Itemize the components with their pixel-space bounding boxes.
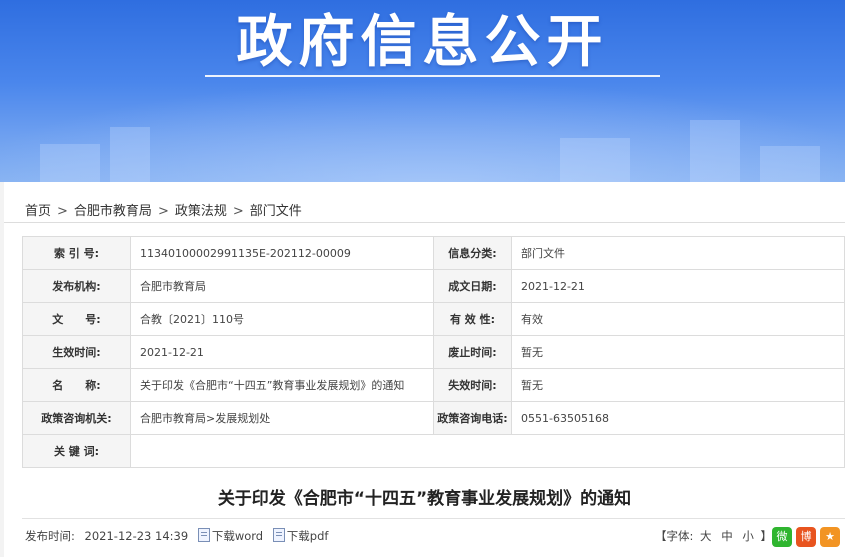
metadata-row: 文 号: 合教〔2021〕110号 有 效 性: 有效 — [22, 302, 845, 336]
index-number-label: 索 引 号: — [22, 236, 131, 270]
document-number-value: 合教〔2021〕110号 — [130, 302, 434, 336]
breadcrumb-education-bureau[interactable]: 合肥市教育局 — [74, 204, 152, 219]
metadata-row: 索 引 号: 11340100002991135E-202112-00009 信… — [22, 236, 845, 270]
written-date-label: 成文日期: — [433, 269, 512, 303]
document-title: 关于印发《合肥市“十四五”教育事业发展规划》的通知 — [217, 489, 632, 509]
breadcrumb-home[interactable]: 首页 — [25, 204, 51, 219]
weibo-share-icon[interactable]: 博 — [796, 527, 816, 547]
consulting-phone-value: 0551-63505168 — [511, 401, 845, 435]
title-divider — [22, 518, 845, 519]
font-size-switcher: 【字体: 大 中 小 】 — [655, 528, 772, 544]
effective-date-value: 2021-12-21 — [130, 335, 434, 369]
keywords-label: 关 键 词: — [22, 434, 131, 468]
breadcrumb-department-files[interactable]: 部门文件 — [250, 204, 302, 219]
banner-skyline — [760, 146, 820, 182]
validity-value: 有效 — [511, 302, 845, 336]
effective-date-label: 生效时间: — [22, 335, 131, 369]
font-size-small[interactable]: 小 — [742, 529, 754, 543]
banner-skyline — [40, 144, 100, 182]
consulting-agency-label: 政策咨询机关: — [22, 401, 131, 435]
consulting-phone-label: 政策咨询电话: — [433, 401, 512, 435]
publish-time-label: 发布时间: — [25, 529, 75, 543]
download-pdf-label: 下载pdf — [286, 529, 329, 543]
breadcrumb-policy[interactable]: 政策法规 — [175, 204, 227, 219]
banner-skyline — [110, 127, 150, 182]
metadata-row: 发布机构: 合肥市教育局 成文日期: 2021-12-21 — [22, 269, 845, 303]
metadata-row: 政策咨询机关: 合肥市教育局>发展规划处 政策咨询电话: 0551-635051… — [22, 401, 845, 435]
pdf-file-icon — [272, 528, 285, 542]
favorite-star-icon[interactable]: ★ — [820, 527, 840, 547]
font-size-close: 】 — [760, 529, 773, 543]
banner-underline — [205, 75, 660, 77]
repeal-date-label: 废止时间: — [433, 335, 512, 369]
font-size-medium[interactable]: 中 — [721, 529, 733, 543]
breadcrumb: 首页 > 合肥市教育局 > 政策法规 > 部门文件 — [25, 200, 302, 219]
repeal-date-value: 暂无 — [511, 335, 845, 369]
content-panel: 首页 > 合肥市教育局 > 政策法规 > 部门文件 索 引 号: 1134010000299… — [4, 182, 845, 557]
index-number-value: 11340100002991135E-202112-00009 — [130, 236, 434, 270]
download-word-label: 下载word — [211, 529, 264, 543]
document-info-bar: 发布时间: 2021-12-23 14:39 下载word 下载pdf — [25, 528, 328, 544]
validity-label: 有 效 性: — [433, 302, 512, 336]
metadata-row: 关 键 词: — [22, 434, 845, 468]
info-category-label: 信息分类: — [433, 236, 512, 270]
breadcrumb-separator: > — [157, 204, 169, 219]
breadcrumb-separator: > — [57, 204, 68, 219]
breadcrumb-divider — [4, 222, 845, 223]
wechat-share-icon[interactable]: 微 — [772, 527, 792, 547]
download-word-link[interactable]: 下载word — [197, 528, 264, 543]
document-number-label: 文 号: — [22, 302, 131, 336]
banner-skyline — [690, 120, 740, 182]
written-date-value: 2021-12-21 — [511, 269, 845, 303]
document-name-value: 关于印发《合肥市“十四五”教育事业发展规划》的通知 — [130, 368, 434, 402]
download-pdf-link[interactable]: 下载pdf — [272, 528, 329, 543]
info-category-value: 部门文件 — [511, 236, 845, 270]
expiry-date-label: 失效时间: — [433, 368, 512, 402]
publisher-label: 发布机构: — [22, 269, 131, 303]
publish-time-value: 2021-12-23 14:39 — [84, 529, 189, 543]
banner-title: 政府信息公开 — [236, 10, 609, 75]
word-file-icon — [197, 528, 210, 542]
banner-skyline — [560, 138, 630, 182]
breadcrumb-separator: > — [232, 204, 244, 219]
font-size-label: 【字体: — [655, 529, 694, 543]
expiry-date-value: 暂无 — [511, 368, 845, 402]
metadata-row: 生效时间: 2021-12-21 废止时间: 暂无 — [22, 335, 845, 369]
document-metadata-table: 索 引 号: 11340100002991135E-202112-00009 信… — [22, 236, 845, 468]
banner: 政府信息公开 — [0, 0, 845, 182]
consulting-agency-value: 合肥市教育局>发展规划处 — [130, 401, 434, 435]
font-size-large[interactable]: 大 — [700, 529, 712, 543]
metadata-row: 名 称: 关于印发《合肥市“十四五”教育事业发展规划》的通知 失效时间: 暂无 — [22, 368, 845, 402]
publisher-value: 合肥市教育局 — [130, 269, 434, 303]
keywords-value — [130, 434, 845, 468]
document-name-label: 名 称: — [22, 368, 131, 402]
